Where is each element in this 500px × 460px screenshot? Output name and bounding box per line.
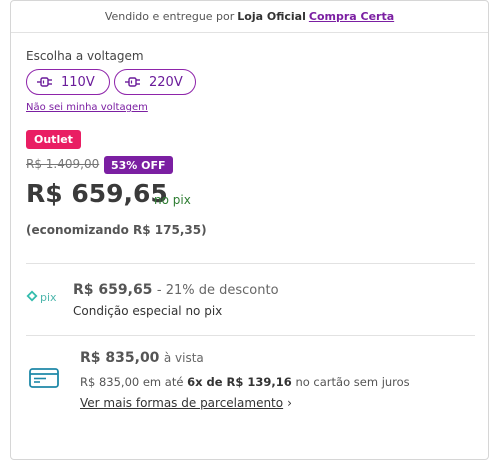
unknown-voltage-link[interactable]: Não sei minha voltagem	[26, 102, 148, 113]
installment-suffix: no cartão sem juros	[295, 375, 410, 389]
voltage-label: Escolha a voltagem	[26, 49, 144, 63]
divider	[26, 263, 475, 264]
voltage-110v-label: 110V	[61, 74, 95, 90]
installment-prefix: R$ 835,00 em até	[80, 375, 184, 389]
discount-badge: 53% OFF	[104, 156, 173, 174]
cash-price: R$ 835,00	[80, 350, 160, 366]
seller-name: Loja Oficial	[237, 10, 306, 23]
old-price: R$ 1.409,00	[26, 157, 100, 171]
pix-discount: - 21% de desconto	[156, 283, 279, 298]
pix-price: R$ 659,65	[73, 282, 153, 298]
voltage-220v-label: 220V	[149, 74, 183, 90]
pix-logo-text: pix	[40, 291, 57, 304]
seller-bar: Vendido e entregue por Loja Oficial Comp…	[11, 1, 488, 33]
cash-suffix: à vista	[163, 351, 204, 365]
pix-price-line: R$ 659,65 - 21% de desconto	[73, 282, 279, 298]
saving-text: (economizando R$ 175,35)	[26, 223, 207, 237]
voltage-220v-button[interactable]: 220V	[114, 69, 196, 95]
outlet-badge: Outlet	[26, 130, 81, 149]
plug-icon	[37, 76, 53, 88]
pix-condition: Condição especial no pix	[73, 304, 223, 318]
installment-line: R$ 835,00 em até 6x de R$ 139,16 no cart…	[80, 375, 410, 389]
installment-value: 6x de R$ 139,16	[187, 375, 292, 389]
more-installments-label: Ver mais formas de parcelamento	[80, 396, 284, 410]
seller-link[interactable]: Compra Certa	[309, 10, 394, 23]
seller-prefix: Vendido e entregue por	[104, 10, 235, 23]
plug-icon	[125, 76, 141, 88]
product-price-card: Vendido e entregue por Loja Oficial Comp…	[10, 0, 489, 460]
divider	[26, 335, 475, 336]
more-installments-link[interactable]: Ver mais formas de parcelamento ›	[80, 396, 292, 410]
chevron-right-icon: ›	[287, 396, 292, 410]
current-price: R$ 659,65	[26, 179, 168, 208]
cash-price-line: R$ 835,00 à vista	[80, 350, 204, 366]
pix-icon	[26, 290, 38, 305]
credit-card-icon	[29, 368, 59, 392]
voltage-110v-button[interactable]: 110V	[26, 69, 110, 95]
pix-logo: pix	[26, 290, 57, 305]
price-suffix-pix: no pix	[154, 193, 191, 207]
